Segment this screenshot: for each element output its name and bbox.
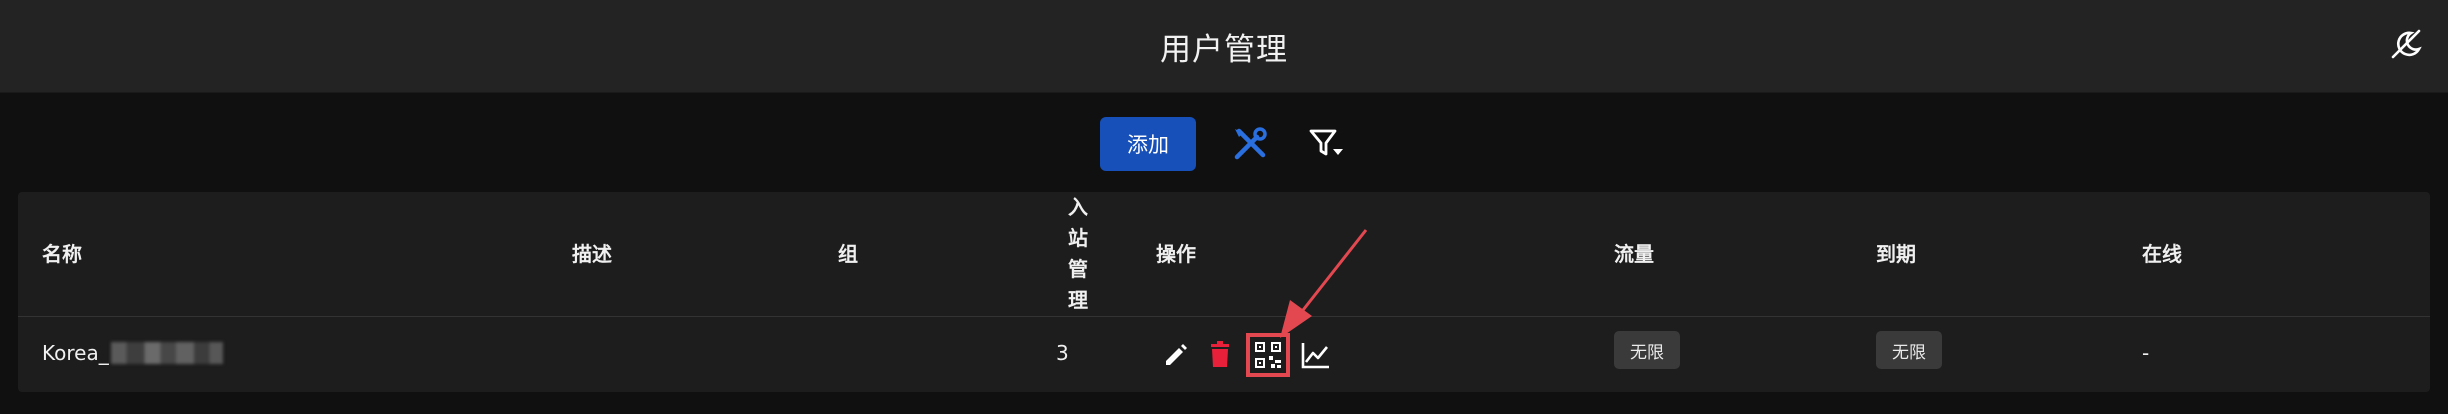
users-table: 名称 描述 组 入 站 管 理 操作 流量 到期 在线 Korea_ 3 无限 … [18, 192, 2430, 392]
add-button[interactable]: 添加 [1100, 117, 1196, 171]
table-header: 名称 描述 组 入 站 管 理 操作 流量 到期 在线 [18, 192, 2430, 317]
page-title: 用户管理 [1160, 32, 1288, 68]
cell-name: Korea_ [42, 341, 223, 365]
expiry-badge: 无限 [1876, 331, 1942, 369]
chart-icon[interactable] [1298, 337, 1334, 373]
cell-inbound-count: 3 [1056, 341, 1069, 365]
user-name-text: Korea_ [42, 341, 109, 365]
column-header-name: 名称 [42, 242, 82, 266]
column-header-description: 描述 [572, 242, 612, 266]
delete-icon[interactable] [1202, 337, 1238, 373]
tools-icon[interactable] [1228, 122, 1272, 166]
column-header-actions: 操作 [1156, 242, 1196, 266]
cell-online: - [2142, 341, 2150, 365]
qr-code-icon[interactable] [1246, 333, 1290, 377]
theme-toggle-icon[interactable] [2386, 24, 2426, 64]
filter-icon[interactable] [1304, 122, 1348, 166]
column-header-expiry: 到期 [1876, 242, 1916, 266]
column-header-traffic: 流量 [1614, 242, 1654, 266]
table-row[interactable]: Korea_ 3 无限 无限 - [18, 317, 2430, 392]
column-header-online: 在线 [2142, 242, 2182, 266]
toolbar: 添加 [0, 117, 2448, 171]
content-area: 添加 名称 描述 组 入 站 管 理 操作 流量 到期 在线 Korea_ 3 … [0, 93, 2448, 414]
top-bar: 用户管理 [0, 0, 2448, 93]
edit-icon[interactable] [1158, 337, 1194, 373]
row-actions [1158, 333, 1334, 377]
column-header-inbound: 入 站 管 理 [1068, 195, 1088, 312]
traffic-badge: 无限 [1614, 331, 1680, 369]
redacted-block [110, 341, 223, 364]
column-header-group: 组 [838, 242, 858, 266]
